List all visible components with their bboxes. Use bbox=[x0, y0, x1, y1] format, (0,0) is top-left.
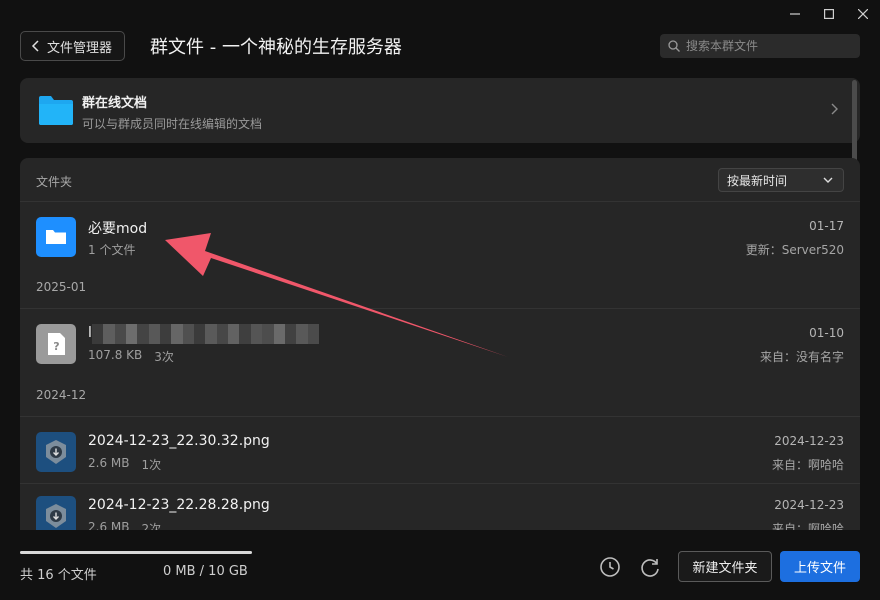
online-docs-card[interactable]: 群在线文档 可以与群成员同时在线编辑的文档 bbox=[20, 78, 860, 143]
storage-progress-fill bbox=[20, 551, 252, 554]
footer-bar: 共 16 个文件 0 MB / 10 GB 新建文件夹 上传文件 bbox=[0, 530, 880, 600]
back-to-file-manager-button[interactable]: 文件管理器 bbox=[20, 31, 126, 61]
file-uploader: 来自：没有名字 bbox=[759, 350, 844, 364]
clock-icon bbox=[600, 557, 620, 577]
folder-name: 必要mod bbox=[88, 221, 148, 237]
file-downloads: 1次 bbox=[141, 458, 162, 472]
file-size: 2.6 MB bbox=[88, 456, 130, 470]
folder-row[interactable]: 必要mod 1 个文件 01-17 更新：Server520 bbox=[20, 204, 860, 268]
history-button[interactable] bbox=[598, 555, 622, 579]
folders-section-label: 文件夹 bbox=[36, 175, 73, 189]
chevron-right-icon bbox=[831, 103, 838, 115]
close-button[interactable] bbox=[846, 0, 880, 28]
storage-progress-bar bbox=[20, 551, 252, 554]
folder-file-count: 1 个文件 bbox=[88, 243, 136, 257]
minimize-icon bbox=[790, 13, 800, 15]
file-size: 2.6 MB bbox=[88, 520, 130, 530]
divider bbox=[20, 308, 860, 309]
group-label: 2024-12 bbox=[36, 388, 87, 402]
file-date: 2024-12-23 bbox=[774, 434, 844, 448]
maximize-icon bbox=[824, 9, 834, 19]
upload-file-button[interactable]: 上传文件 bbox=[780, 551, 860, 582]
sort-dropdown[interactable]: 按最新时间 bbox=[718, 168, 844, 192]
unknown-file-icon: ? bbox=[36, 324, 76, 364]
refresh-icon bbox=[641, 559, 659, 577]
group-label: 2025-01 bbox=[36, 280, 87, 294]
folder-updated-by: 更新：Server520 bbox=[745, 243, 844, 257]
chevron-down-icon bbox=[823, 177, 833, 183]
folder-icon bbox=[39, 96, 73, 125]
storage-usage-text: 0 MB / 10 GB bbox=[163, 564, 248, 579]
redacted-filename-mosaic bbox=[92, 324, 319, 344]
file-list-panel: 文件夹 按最新时间 必要mod 1 个文件 01-17 更新：Server520… bbox=[20, 158, 860, 530]
search-input[interactable] bbox=[686, 39, 846, 53]
new-folder-button[interactable]: 新建文件夹 bbox=[678, 551, 772, 582]
image-file-icon bbox=[36, 496, 76, 530]
file-row[interactable]: 2024-12-23_22.28.28.png 2.6 MB 2次 2024-1… bbox=[20, 483, 860, 530]
svg-text:?: ? bbox=[53, 340, 59, 353]
file-name: 2024-12-23_22.30.32.png bbox=[88, 433, 270, 449]
online-docs-subtitle: 可以与群成员同时在线编辑的文档 bbox=[82, 117, 263, 131]
file-list-header: 文件夹 按最新时间 bbox=[20, 158, 860, 202]
search-box[interactable] bbox=[660, 34, 860, 58]
divider bbox=[20, 416, 860, 417]
maximize-button[interactable] bbox=[812, 0, 846, 28]
file-name: 2024-12-23_22.28.28.png bbox=[88, 497, 270, 513]
back-button-label: 文件管理器 bbox=[47, 40, 113, 56]
file-row[interactable]: 2024-12-23_22.30.32.png 2.6 MB 1次 2024-1… bbox=[20, 419, 860, 483]
window-controls bbox=[778, 0, 880, 28]
folder-date: 01-17 bbox=[809, 219, 844, 233]
refresh-button[interactable] bbox=[638, 555, 662, 579]
search-icon bbox=[668, 40, 680, 52]
close-icon bbox=[858, 9, 868, 19]
file-date: 01-10 bbox=[809, 326, 844, 340]
chevron-left-icon bbox=[31, 40, 39, 52]
file-count-text: 共 16 个文件 bbox=[20, 568, 97, 583]
file-downloads: 3次 bbox=[154, 350, 174, 364]
sort-dropdown-value: 按最新时间 bbox=[727, 173, 788, 188]
file-size: 107.8 KB bbox=[88, 348, 143, 362]
file-date: 2024-12-23 bbox=[774, 498, 844, 512]
online-docs-title: 群在线文档 bbox=[82, 96, 148, 111]
file-uploader: 来自：啊哈哈 bbox=[771, 458, 844, 472]
page-title: 群文件 - 一个神秘的生存服务器 bbox=[150, 37, 402, 58]
file-uploader: 来自：啊哈哈 bbox=[771, 522, 844, 530]
file-downloads: 2次 bbox=[141, 522, 162, 530]
folder-icon bbox=[36, 217, 76, 257]
image-file-icon bbox=[36, 432, 76, 472]
minimize-button[interactable] bbox=[778, 0, 812, 28]
